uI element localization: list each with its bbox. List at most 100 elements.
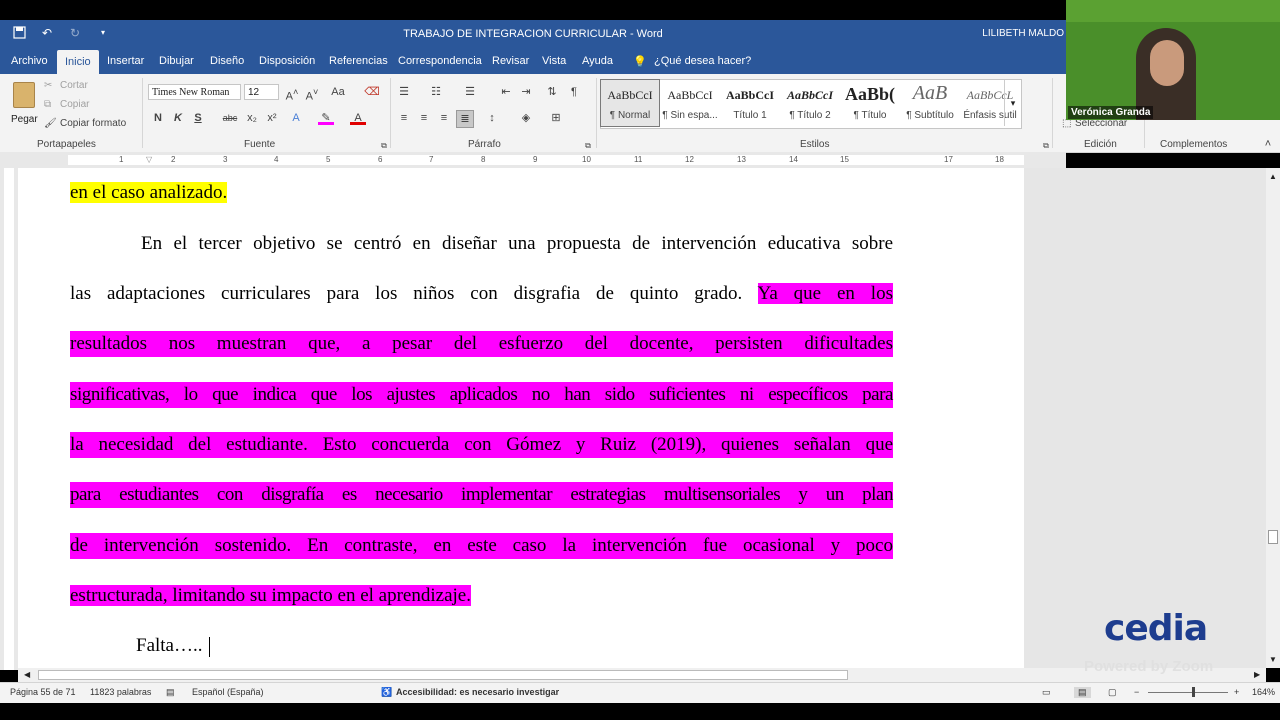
- highlight-color-icon[interactable]: ✎: [318, 110, 334, 125]
- show-marks-icon[interactable]: ¶: [566, 84, 582, 100]
- styles-more-button[interactable]: ▾: [1004, 80, 1021, 126]
- align-center-icon[interactable]: ≡: [416, 110, 432, 126]
- zoom-slider[interactable]: [1148, 692, 1228, 693]
- read-mode-icon[interactable]: ▭: [1042, 687, 1051, 698]
- zoom-in-icon[interactable]: +: [1234, 687, 1239, 697]
- underline-icon[interactable]: S: [190, 110, 206, 126]
- tab-inicio[interactable]: Inicio: [57, 50, 99, 74]
- tab-dibujar[interactable]: Dibujar: [159, 55, 194, 67]
- strikethrough-icon[interactable]: abc: [222, 110, 238, 126]
- highlighted-text[interactable]: en el caso analizado.: [70, 182, 228, 203]
- proofing-icon[interactable]: ▤: [166, 687, 175, 698]
- change-case-icon[interactable]: Aa: [330, 84, 346, 100]
- copy-button[interactable]: Copiar: [60, 99, 89, 110]
- accessibility-status[interactable]: Accesibilidad: es necesario investigar: [396, 687, 559, 697]
- horizontal-scrollbar[interactable]: ◀ ▶: [18, 668, 1266, 682]
- shrink-font-icon[interactable]: A˅: [304, 84, 320, 103]
- text-effects-icon[interactable]: A: [288, 110, 304, 126]
- highlighted-line[interactable]: para estudiantes con disgrafía es necesa…: [70, 482, 893, 508]
- style-heading-2[interactable]: AaBbCcI ¶ Título 2: [781, 80, 839, 126]
- grow-font-icon[interactable]: A˄: [284, 84, 300, 103]
- zoom-level[interactable]: 164%: [1252, 687, 1275, 697]
- format-painter-button[interactable]: Copiar formato: [60, 118, 126, 129]
- page-count[interactable]: Página 55 de 71: [10, 687, 76, 697]
- tab-diseno[interactable]: Diseño: [210, 55, 244, 67]
- decrease-indent-icon[interactable]: ⇤: [498, 84, 514, 100]
- document-line[interactable]: Falta…..: [136, 633, 210, 659]
- ruler-indent-marker[interactable]: ▽: [146, 155, 152, 164]
- style-subtitle[interactable]: AaB ¶ Subtítulo: [901, 80, 959, 126]
- format-painter-icon[interactable]: 🖌: [44, 118, 57, 129]
- paste-button[interactable]: Pegar: [8, 80, 40, 130]
- style-title[interactable]: AaBb( ¶ Título: [841, 80, 899, 126]
- sort-icon[interactable]: ⇅: [544, 84, 560, 100]
- tab-vista[interactable]: Vista: [542, 55, 566, 67]
- shading-icon[interactable]: ◈: [518, 110, 534, 126]
- document-canvas[interactable]: en el caso analizado. En el tercer objet…: [18, 168, 1266, 668]
- web-layout-icon[interactable]: ▢: [1108, 687, 1117, 698]
- vertical-scrollbar[interactable]: ▲ ▼: [1266, 168, 1280, 668]
- italic-icon[interactable]: K: [170, 110, 186, 126]
- highlighted-line[interactable]: de intervención sostenido. En contraste,…: [70, 533, 893, 559]
- tab-referencias[interactable]: Referencias: [329, 55, 388, 67]
- justify-icon[interactable]: ≣: [456, 110, 474, 128]
- vertical-ruler[interactable]: [0, 168, 18, 670]
- clear-formatting-icon[interactable]: ⌫: [364, 84, 380, 100]
- align-left-icon[interactable]: ≡: [396, 110, 412, 126]
- borders-icon[interactable]: ⊞: [548, 110, 564, 126]
- zoom-out-icon[interactable]: −: [1134, 687, 1139, 697]
- highlighted-text[interactable]: Ya que en los: [757, 283, 893, 304]
- line-spacing-icon[interactable]: ↕: [484, 110, 500, 126]
- highlighted-text[interactable]: estructurada, limitando su impacto en el…: [70, 585, 471, 606]
- tab-archivo[interactable]: Archivo: [11, 55, 48, 67]
- scroll-right-icon[interactable]: ▶: [1254, 670, 1260, 679]
- bullets-icon[interactable]: ☰: [396, 84, 412, 100]
- horizontal-ruler[interactable]: 1 ▽ 2 3 4 5 6 7 8 9 10 11 12 13 14 15 17…: [0, 152, 1066, 169]
- highlighted-line[interactable]: la necesidad del estudiante. Esto concue…: [70, 432, 893, 458]
- zoom-slider-thumb[interactable]: [1192, 687, 1195, 697]
- document-line[interactable]: estructurada, limitando su impacto en el…: [70, 583, 471, 609]
- plain-text[interactable]: las adaptaciones curriculares para los n…: [70, 283, 758, 304]
- cut-button[interactable]: Cortar: [60, 80, 88, 91]
- scroll-thumb[interactable]: [38, 670, 848, 680]
- tab-correspondencia[interactable]: Correspondencia: [398, 55, 482, 67]
- increase-indent-icon[interactable]: ⇥: [518, 84, 534, 100]
- highlighted-line[interactable]: resultados nos muestran que, a pesar del…: [70, 331, 893, 357]
- tab-ayuda[interactable]: Ayuda: [582, 55, 613, 67]
- document-line[interactable]: las adaptaciones curriculares para los n…: [70, 281, 893, 307]
- superscript-icon[interactable]: x²: [264, 110, 280, 126]
- font-color-icon[interactable]: A: [350, 110, 366, 125]
- tab-insertar[interactable]: Insertar: [107, 55, 144, 67]
- scroll-up-icon[interactable]: ▲: [1269, 172, 1277, 181]
- cut-icon[interactable]: ✂: [44, 80, 52, 91]
- tab-revisar[interactable]: Revisar: [492, 55, 529, 67]
- scroll-thumb[interactable]: [1268, 530, 1278, 544]
- style-heading-1[interactable]: AaBbCcI Título 1: [721, 80, 779, 126]
- document-line[interactable]: en el caso analizado.: [70, 180, 893, 206]
- subscript-icon[interactable]: x₂: [244, 110, 260, 126]
- bold-icon[interactable]: N: [150, 110, 166, 126]
- user-name[interactable]: LILIBETH MALDO: [982, 28, 1064, 39]
- align-right-icon[interactable]: ≡: [436, 110, 452, 126]
- plain-text[interactable]: Falta…..: [136, 635, 203, 656]
- document-line[interactable]: En el tercer objetivo se centró en diseñ…: [141, 231, 893, 257]
- participant-video[interactable]: Verónica Granda: [1066, 0, 1280, 120]
- multilevel-list-icon[interactable]: ☰: [462, 84, 478, 100]
- highlighted-line[interactable]: significativas, lo que indica que los aj…: [70, 382, 893, 408]
- accessibility-icon[interactable]: ♿: [381, 687, 392, 698]
- copy-icon[interactable]: ⧉: [44, 99, 51, 110]
- tell-me-search[interactable]: ¿Qué desea hacer?: [654, 55, 751, 67]
- font-name-combo[interactable]: Times New Roman: [148, 84, 241, 100]
- scroll-down-icon[interactable]: ▼: [1269, 655, 1277, 664]
- style-normal[interactable]: AaBbCcI ¶ Normal: [600, 79, 660, 127]
- collapse-ribbon-icon[interactable]: ˄: [1260, 136, 1276, 152]
- font-size-combo[interactable]: 12: [244, 84, 279, 100]
- scroll-left-icon[interactable]: ◀: [24, 670, 30, 679]
- document-page[interactable]: en el caso analizado. En el tercer objet…: [18, 168, 1024, 668]
- word-count[interactable]: 11823 palabras: [90, 687, 151, 697]
- language-indicator[interactable]: Español (España): [192, 687, 264, 697]
- numbering-icon[interactable]: ☷: [428, 84, 444, 100]
- print-layout-icon[interactable]: ▤: [1074, 687, 1091, 698]
- tab-disposicion[interactable]: Disposición: [259, 55, 315, 67]
- style-no-spacing[interactable]: AaBbCcI ¶ Sin espa...: [661, 80, 719, 126]
